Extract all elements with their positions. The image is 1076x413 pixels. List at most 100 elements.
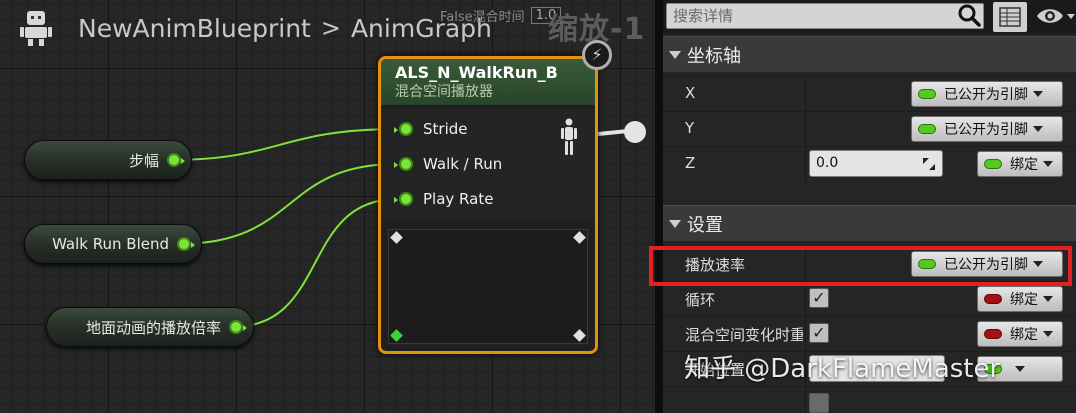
eye-icon[interactable] xyxy=(1035,5,1075,27)
lightning-icon: ⚡ xyxy=(582,40,612,70)
sample-point xyxy=(573,231,586,244)
category-axis[interactable]: 坐标轴 xyxy=(663,36,1076,72)
dropdown-arrow-icon xyxy=(1043,296,1053,302)
pose-output-icon xyxy=(561,118,577,155)
binding-dropdown[interactable]: 已公开为引脚 xyxy=(911,81,1063,107)
variable-node-stride[interactable]: 步幅 xyxy=(24,140,192,180)
details-toolbar: 搜索详情 xyxy=(663,0,1076,34)
column-divider xyxy=(805,317,806,352)
category-label: 设置 xyxy=(687,214,723,236)
node-subtitle: 混合空间播放器 xyxy=(395,84,493,100)
property-name: 混合空间变化时重 xyxy=(685,326,803,344)
input-pin[interactable] xyxy=(394,192,413,206)
annotation-highlight-box xyxy=(649,246,1072,286)
z-value: 0.0 xyxy=(816,155,839,171)
property-row-reset-on-blendspace-change: 混合空间变化时重 ✓ 绑定 xyxy=(663,316,1076,352)
variable-node-label: Walk Run Blend xyxy=(52,235,169,253)
partial-checkbox[interactable] xyxy=(809,393,829,413)
property-name: X xyxy=(685,84,696,102)
pin-walk-run[interactable]: Walk / Run xyxy=(394,155,503,173)
binding-label: 已公开为引脚 xyxy=(944,122,1028,138)
pin-play-rate[interactable]: Play Rate xyxy=(394,190,494,208)
reset-checkbox[interactable]: ✓ xyxy=(809,323,829,343)
anim-graph-canvas[interactable]: NewAnimBlueprint > AnimGraph False混合时间 1… xyxy=(0,0,655,413)
binding-dropdown[interactable]: 绑定 xyxy=(977,151,1063,177)
output-pin[interactable] xyxy=(167,153,185,167)
blendspace-player-node[interactable]: ALS_N_WalkRun_B 混合空间播放器 Stride Walk / Ru… xyxy=(378,56,598,354)
output-pin[interactable] xyxy=(177,237,195,251)
dropdown-arrow-icon xyxy=(1015,366,1025,372)
dropdown-arrow-icon xyxy=(1033,91,1043,97)
blend-time-label: False混合时间 xyxy=(440,10,525,25)
search-icon[interactable] xyxy=(956,2,982,28)
property-matrix-icon[interactable] xyxy=(993,2,1027,32)
collapse-arrow-icon xyxy=(669,219,681,228)
dropdown-arrow-icon xyxy=(1043,331,1053,337)
anim-blueprint-icon xyxy=(20,11,52,46)
wire-walk-run xyxy=(177,163,399,245)
column-divider xyxy=(805,387,806,413)
property-row-y: Y 已公开为引脚 xyxy=(663,111,1076,147)
pin-label: Walk / Run xyxy=(423,155,503,173)
current-sample-point xyxy=(390,329,403,342)
variable-node-walk-run-blend[interactable]: Walk Run Blend xyxy=(24,224,202,264)
breadcrumb-separator: > xyxy=(320,14,341,42)
output-pin[interactable] xyxy=(229,320,247,334)
variable-node-ground-anim-play-rate[interactable]: 地面动画的播放倍率 xyxy=(46,307,254,347)
breadcrumb-blueprint[interactable]: NewAnimBlueprint xyxy=(78,14,311,43)
variable-node-label: 步幅 xyxy=(128,151,159,170)
binding-label: 绑定 xyxy=(1010,292,1038,308)
chevron-down-icon xyxy=(1067,13,1075,19)
pose-output-pin[interactable] xyxy=(624,121,646,143)
category-settings[interactable]: 设置 xyxy=(663,205,1076,241)
panel-splitter[interactable] xyxy=(655,0,663,413)
column-divider xyxy=(805,77,806,112)
binding-label: 已公开为引脚 xyxy=(944,87,1028,103)
node-header[interactable]: ALS_N_WalkRun_B 混合空间播放器 xyxy=(381,59,595,105)
wire-play-rate xyxy=(231,198,399,328)
property-row-z: Z 0.0 绑定 xyxy=(663,146,1076,182)
property-row-partial xyxy=(663,386,1076,413)
binding-indicator xyxy=(984,329,1002,339)
binding-label: 绑定 xyxy=(1010,157,1038,173)
input-pin[interactable] xyxy=(394,122,413,136)
property-row-loop: 循环 ✓ 绑定 xyxy=(663,281,1076,317)
node-title: ALS_N_WalkRun_B xyxy=(395,63,558,82)
variable-node-label: 地面动画的播放倍率 xyxy=(85,318,221,337)
dropdown-arrow-icon xyxy=(1043,161,1053,167)
input-pin[interactable] xyxy=(394,157,413,171)
column-divider xyxy=(805,282,806,317)
property-name: Y xyxy=(685,119,695,137)
loop-checkbox[interactable]: ✓ xyxy=(809,288,829,308)
ue-editor-window: NewAnimBlueprint > AnimGraph False混合时间 1… xyxy=(0,0,1076,413)
pin-stride[interactable]: Stride xyxy=(394,120,468,138)
blend-time-overlay: False混合时间 1.0 xyxy=(440,6,562,25)
sample-point xyxy=(390,231,403,244)
property-row-x: X 已公开为引脚 xyxy=(663,76,1076,112)
z-value-input[interactable]: 0.0 xyxy=(809,150,943,177)
details-search-input[interactable]: 搜索详情 xyxy=(666,3,984,29)
column-divider xyxy=(805,112,806,147)
collapse-arrow-icon xyxy=(669,50,681,59)
exposed-pin-indicator xyxy=(918,124,936,134)
column-divider xyxy=(805,147,806,182)
binding-indicator xyxy=(984,159,1002,169)
binding-indicator xyxy=(984,294,1002,304)
binding-label: 绑定 xyxy=(1010,327,1038,343)
blendspace-preview xyxy=(388,229,588,344)
binding-dropdown[interactable]: 绑定 xyxy=(977,286,1063,312)
property-name: 循环 xyxy=(685,291,716,309)
exposed-pin-indicator xyxy=(918,89,936,99)
wire-stride xyxy=(169,128,399,161)
sample-point xyxy=(573,329,586,342)
binding-dropdown[interactable]: 已公开为引脚 xyxy=(911,116,1063,142)
breadcrumb: NewAnimBlueprint > AnimGraph xyxy=(16,6,492,50)
dropdown-arrow-icon xyxy=(1033,126,1043,132)
watermark: 知乎 @DarkFlameMaster xyxy=(684,354,1001,384)
category-label: 坐标轴 xyxy=(687,45,741,67)
binding-dropdown[interactable]: 绑定 xyxy=(977,321,1063,347)
pin-label: Stride xyxy=(423,120,468,138)
pin-label: Play Rate xyxy=(423,190,494,208)
property-name: Z xyxy=(685,154,696,172)
drag-resize-icon[interactable] xyxy=(922,157,936,171)
